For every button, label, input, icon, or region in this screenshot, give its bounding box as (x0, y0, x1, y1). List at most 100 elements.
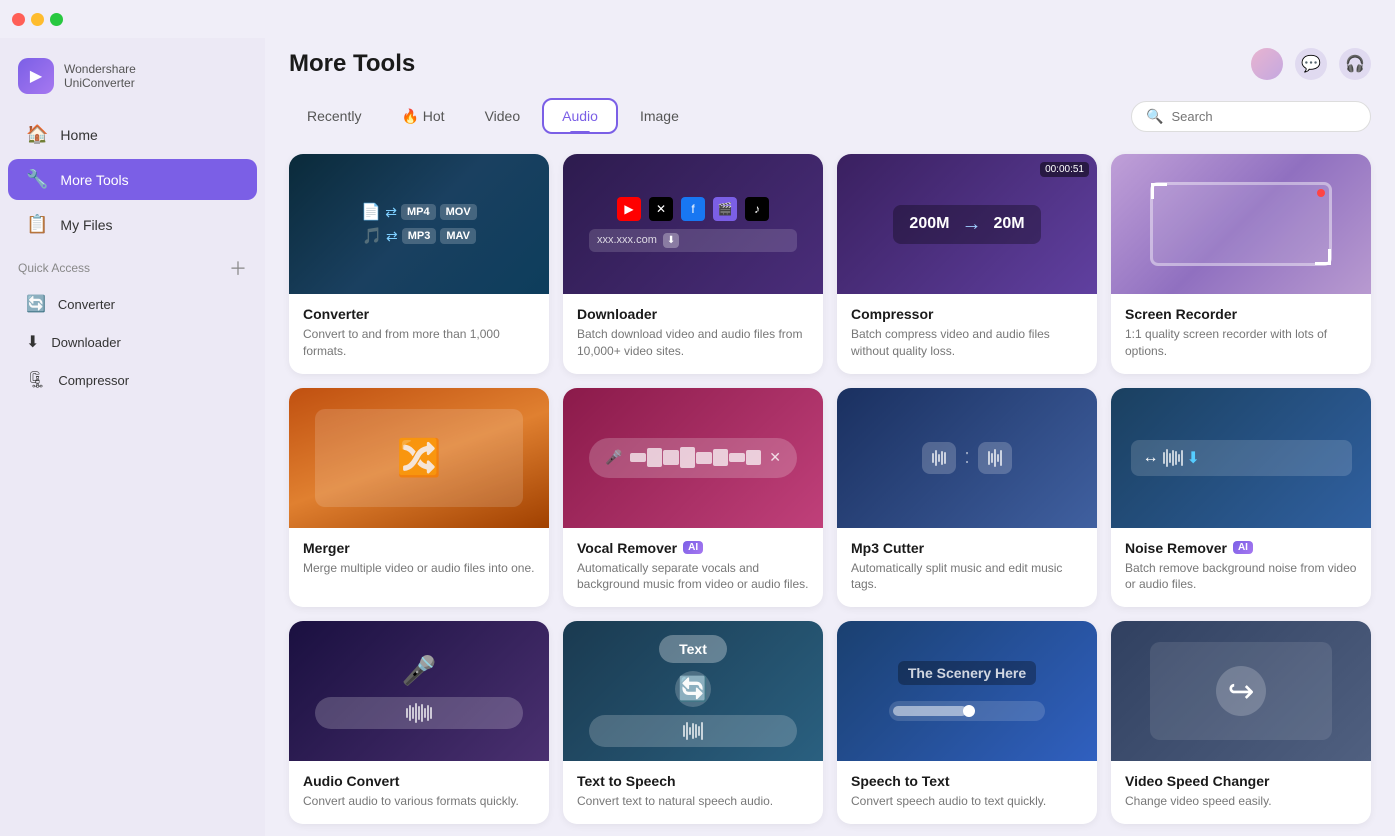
bottom-wave (327, 703, 511, 723)
download-btn: ⬇ (663, 233, 679, 248)
nav-home[interactable]: 🏠 Home (8, 114, 257, 155)
nav-my-files[interactable]: 📋 My Files (8, 204, 257, 245)
headset-button[interactable]: 🎧 (1339, 48, 1371, 80)
tool-name-speech-to-text: Speech to Text (851, 773, 1083, 789)
tab-video[interactable]: Video (467, 100, 539, 132)
tool-card-noise-remover[interactable]: ↔ ⬇ (1111, 388, 1371, 608)
tool-card-mp3-cutter[interactable]: : Mp3 Cutter Automatically split music (837, 388, 1097, 608)
tool-card-audio-convert[interactable]: 🎤 Audio Convert (289, 621, 549, 824)
wave-bar (696, 452, 711, 464)
corner-tl (1151, 183, 1167, 199)
tool-name-noise: Noise Remover AI (1125, 540, 1357, 556)
tool-card-speed[interactable]: ↪ Video Speed Changer Change video speed… (1111, 621, 1371, 824)
tool-card-vocal-remover[interactable]: 🎤 ✕ Vocal Remover (563, 388, 823, 608)
tool-card-merger[interactable]: 🔀 ↓ Merger Merge multiple video or audio… (289, 388, 549, 608)
tab-recently[interactable]: Recently (289, 100, 379, 132)
tool-info-speech: Text to Speech Convert text to natural s… (563, 761, 823, 824)
compress-visual: 200M → 20M (893, 205, 1040, 244)
tool-card-compressor[interactable]: 00:00:51 200M → 20M Compressor Batch com… (837, 154, 1097, 374)
quick-access-header: Quick Access ＋ (0, 247, 265, 285)
tool-info-downloader: Downloader Batch download video and audi… (563, 294, 823, 374)
scenery-text: The Scenery Here (898, 661, 1036, 685)
recorder-frame (1150, 182, 1332, 266)
mp4-badge: MP4 (401, 204, 436, 220)
mov-badge: MOV (440, 204, 477, 220)
tool-thumb-speech-to-text: The Scenery Here (837, 621, 1097, 761)
tool-thumb-downloader: ▶ ✕ f 🎬 ♪ xxx.xxx.com ⬇ (563, 154, 823, 294)
search-input[interactable] (1171, 109, 1356, 124)
slider-fill (893, 706, 967, 716)
tool-thumb-recorder (1111, 154, 1371, 294)
tool-card-screen-recorder[interactable]: Screen Recorder 1:1 quality screen recor… (1111, 154, 1371, 374)
tool-desc-vocal: Automatically separate vocals and backgr… (577, 560, 809, 594)
tiktok-icon: ♪ (745, 197, 769, 221)
tool-info-mp3: Mp3 Cutter Automatically split music and… (837, 528, 1097, 608)
tool-thumb-converter: 📄 ⇄ MP4 MOV 🎵 ⇄ MP3 MAV (289, 154, 549, 294)
tool-card-downloader[interactable]: ▶ ✕ f 🎬 ♪ xxx.xxx.com ⬇ Downloader Batch… (563, 154, 823, 374)
sidebar-item-compressor[interactable]: 🗜 Compressor (8, 362, 257, 398)
close-button[interactable] (12, 13, 25, 26)
timestamp-badge: 00:00:51 (1040, 162, 1089, 177)
mini-wave-1 (932, 448, 946, 468)
maximize-button[interactable] (50, 13, 63, 26)
tab-image[interactable]: Image (622, 100, 697, 132)
tool-info-audio-convert: Audio Convert Convert audio to various f… (289, 761, 549, 824)
tool-desc-speed: Change video speed easily. (1125, 793, 1357, 810)
slider-thumb (963, 705, 975, 717)
tool-name-compressor: Compressor (851, 306, 1083, 322)
ai-badge: AI (683, 541, 703, 554)
tool-thumb-speech: Text 🔄 (563, 621, 823, 761)
tool-thumb-compressor: 00:00:51 200M → 20M (837, 154, 1097, 294)
tool-card-text-to-speech[interactable]: Text 🔄 Text to Speech Convert (563, 621, 823, 824)
tool-name-converter: Converter (303, 306, 535, 322)
wave-bar (630, 453, 645, 463)
search-icon: 🔍 (1146, 108, 1163, 125)
tool-name-merger: Merger (303, 540, 535, 556)
ai-badge-noise: AI (1233, 541, 1253, 554)
minimize-button[interactable] (31, 13, 44, 26)
wave-bar (663, 450, 678, 464)
tool-card-speech-to-text[interactable]: The Scenery Here Speech to Text Convert … (837, 621, 1097, 824)
mp3-badge: MP3 (402, 228, 437, 244)
page-title: More Tools (289, 50, 415, 78)
speech-mini-wave (601, 721, 785, 741)
tool-card-converter[interactable]: 📄 ⇄ MP4 MOV 🎵 ⇄ MP3 MAV Converter Conver… (289, 154, 549, 374)
facebook-icon: f (681, 197, 705, 221)
titlebar (0, 0, 1395, 38)
user-avatar[interactable] (1251, 48, 1283, 80)
speech-wave (589, 715, 797, 747)
wave-bar (746, 450, 761, 464)
waveform-bar: 🎤 ✕ (589, 438, 797, 478)
wave-seg-2 (978, 442, 1012, 474)
tool-desc-recorder: 1:1 quality screen recorder with lots of… (1125, 326, 1357, 360)
tool-name-downloader: Downloader (577, 306, 809, 322)
noise-arrows: ↔ ⬇ (1143, 448, 1200, 468)
tool-thumb-noise: ↔ ⬇ (1111, 388, 1371, 528)
chat-button[interactable]: 💬 (1295, 48, 1327, 80)
wave-bar (680, 447, 695, 469)
tool-name-speech: Text to Speech (577, 773, 809, 789)
tool-info-merger: Merger Merge multiple video or audio fil… (289, 528, 549, 591)
sidebar-item-downloader[interactable]: ⬇ Downloader (8, 324, 257, 360)
tool-desc-audio-convert: Convert audio to various formats quickly… (303, 793, 535, 810)
tool-info-recorder: Screen Recorder 1:1 quality screen recor… (1111, 294, 1371, 374)
tool-thumb-speed: ↪ (1111, 621, 1371, 761)
corner-br (1315, 249, 1331, 265)
add-quick-access-button[interactable]: ＋ (229, 255, 247, 281)
film-icon: 🎬 (713, 197, 737, 221)
nav-more-tools[interactable]: 🔧 More Tools (8, 159, 257, 200)
tool-info-noise: Noise Remover AI Batch remove background… (1111, 528, 1371, 608)
tool-desc-compressor: Batch compress video and audio files wit… (851, 326, 1083, 360)
logo-icon: ▶ (18, 58, 54, 94)
app-logo: ▶ Wondershare UniConverter (0, 48, 265, 112)
arrow-icon: ⇄ (385, 204, 397, 221)
sidebar-item-converter[interactable]: 🔄 Converter (8, 286, 257, 322)
tool-thumb-audio-convert: 🎤 (289, 621, 549, 761)
tab-audio[interactable]: Audio (542, 98, 618, 134)
size-to: 20M (993, 215, 1024, 233)
microphone-icon: 🎤 (402, 654, 437, 687)
noise-wave (1163, 448, 1183, 468)
tool-name-recorder: Screen Recorder (1125, 306, 1357, 322)
tab-hot[interactable]: 🔥 Hot (383, 100, 462, 133)
wave-bar (647, 448, 662, 467)
